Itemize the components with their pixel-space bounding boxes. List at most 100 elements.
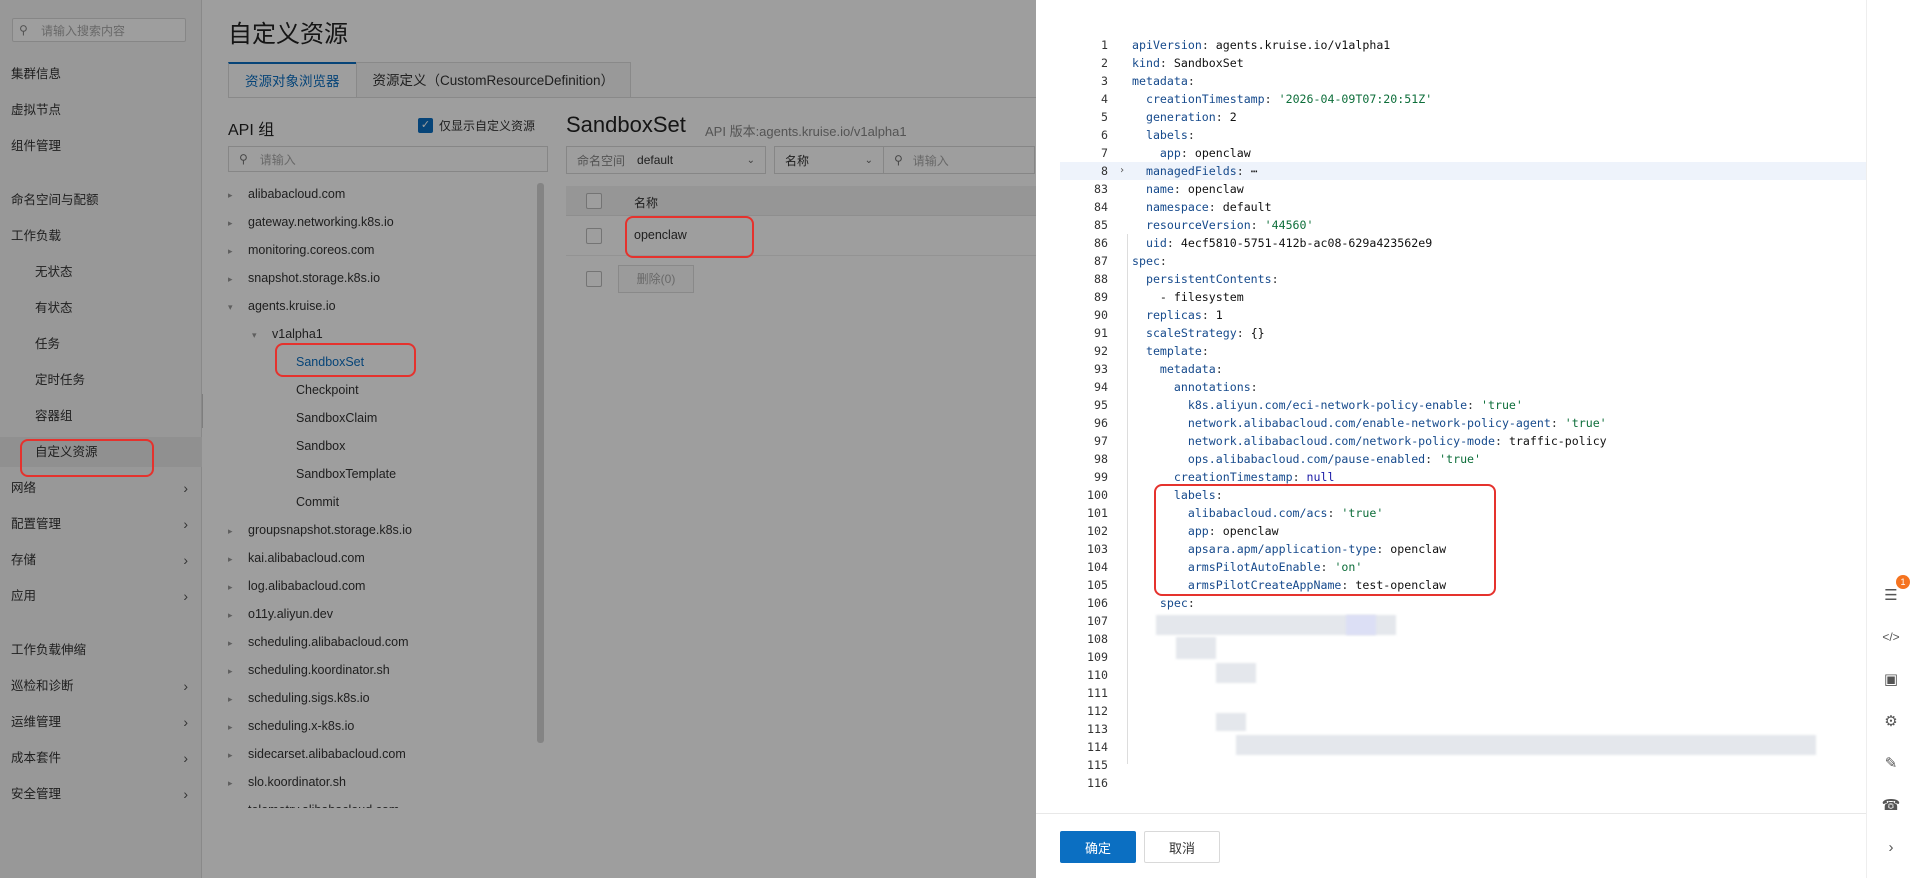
line-number: 98	[1094, 452, 1108, 466]
line-number: 91	[1094, 326, 1108, 340]
fold-gutter	[1112, 450, 1132, 468]
yaml-value: 1	[1215, 308, 1223, 322]
code-text: metadata:	[1159, 362, 1223, 376]
highlight-custom-resource	[20, 439, 154, 477]
code-line: 93 metadata:	[1060, 360, 1866, 378]
confirm-button[interactable]: 确定	[1060, 831, 1136, 863]
code-text: namespace: default	[1145, 200, 1272, 214]
fold-gutter	[1112, 630, 1132, 648]
code-line: 4 creationTimestamp: '2026-04-09T07:20:5…	[1060, 90, 1866, 108]
fold-toggle-icon[interactable]: ›	[1112, 162, 1132, 180]
code-line: 5 generation: 2	[1060, 108, 1866, 126]
fold-gutter	[1112, 576, 1132, 594]
code-text: resourceVersion: '44560'	[1145, 218, 1314, 232]
yaml-value: agents.kruise.io/v1alpha1	[1215, 38, 1391, 52]
yaml-key: apiVersion	[1132, 38, 1202, 52]
yaml-key: name	[1145, 182, 1174, 196]
fold-gutter	[1112, 540, 1132, 558]
code-icon[interactable]: </>	[1879, 625, 1903, 649]
yaml-value: '44560'	[1264, 218, 1314, 232]
code-line: 6 labels:	[1060, 126, 1866, 144]
line-number: 101	[1087, 506, 1108, 520]
line-number: 111	[1087, 686, 1108, 700]
line-number: 96	[1094, 416, 1108, 430]
line-number: 4	[1101, 92, 1108, 106]
fold-gutter	[1112, 36, 1132, 54]
notification-badge: 1	[1896, 575, 1910, 589]
highlight-openclaw	[625, 216, 754, 258]
headset-icon[interactable]: ☎	[1879, 793, 1903, 817]
code-line: 85 resourceVersion: '44560'	[1060, 216, 1866, 234]
cancel-button[interactable]: 取消	[1144, 831, 1220, 863]
terminal-icon[interactable]: ▣	[1879, 667, 1903, 691]
yaml-key: app	[1159, 146, 1181, 160]
modal-overlay[interactable]	[0, 0, 1036, 878]
fold-gutter	[1112, 342, 1132, 360]
fold-gutter	[1112, 72, 1132, 90]
yaml-value: SandboxSet	[1173, 56, 1244, 70]
yaml-value: null	[1306, 470, 1335, 484]
code-text: network.alibabacloud.com/enable-network-…	[1187, 416, 1607, 430]
line-number: 90	[1094, 308, 1108, 322]
code-text: name: openclaw	[1145, 182, 1244, 196]
code-line: 89 - filesystem	[1060, 288, 1866, 306]
highlight-sandboxset	[275, 343, 416, 377]
fold-gutter	[1112, 270, 1132, 288]
line-number: 5	[1101, 110, 1108, 124]
yaml-drawer: 1 apiVersion: agents.kruise.io/v1alpha1 2 k…	[1036, 0, 1866, 878]
line-number: 110	[1087, 668, 1108, 682]
code-text: labels:	[1145, 128, 1195, 142]
fold-gutter	[1112, 90, 1132, 108]
yaml-key: managedFields	[1145, 164, 1237, 178]
code-text: uid: 4ecf5810-5751-412b-ac08-629a423562e…	[1145, 236, 1433, 250]
line-number: 95	[1094, 398, 1108, 412]
document-list-icon[interactable]: ☰ 1	[1879, 575, 1910, 607]
line-number: 6	[1101, 128, 1108, 142]
fold-gutter	[1112, 54, 1132, 72]
line-number: 102	[1087, 524, 1108, 538]
fold-gutter	[1112, 648, 1132, 666]
yaml-value: 2	[1229, 110, 1237, 124]
fold-gutter	[1112, 702, 1132, 720]
fold-gutter	[1112, 396, 1132, 414]
code-text: creationTimestamp: '2026-04-09T07:20:51Z…	[1145, 92, 1433, 106]
line-number: 116	[1087, 776, 1108, 790]
code-line: 92 template:	[1060, 342, 1866, 360]
code-text: network.alibabacloud.com/network-policy-…	[1187, 434, 1607, 448]
fold-gutter	[1112, 468, 1132, 486]
line-number: 89	[1094, 290, 1108, 304]
yaml-key: kind	[1132, 56, 1160, 70]
code-text: template:	[1145, 344, 1209, 358]
gear-icon[interactable]: ⚙	[1879, 709, 1903, 733]
yaml-key: spec	[1132, 254, 1160, 268]
fold-gutter	[1112, 378, 1132, 396]
yaml-value: default	[1222, 200, 1272, 214]
yaml-key: creationTimestamp	[1145, 92, 1265, 106]
yaml-key: persistentContents	[1145, 272, 1272, 286]
fold-gutter	[1112, 324, 1132, 342]
fold-gutter	[1112, 612, 1132, 630]
fold-gutter	[1112, 774, 1132, 792]
yaml-key: creationTimestamp	[1173, 470, 1293, 484]
line-number: 104	[1087, 560, 1108, 574]
code-text: ops.alibabacloud.com/pause-enabled: 'tru…	[1187, 452, 1482, 466]
yaml-key: annotations	[1173, 380, 1251, 394]
fold-gutter	[1112, 486, 1132, 504]
code-line: 86 uid: 4ecf5810-5751-412b-ac08-629a4235…	[1060, 234, 1866, 252]
fold-gutter	[1112, 522, 1132, 540]
code-line: 88 persistentContents:	[1060, 270, 1866, 288]
code-line: 3 metadata:	[1060, 72, 1866, 90]
chevron-right-icon[interactable]: ›	[1879, 835, 1903, 859]
yaml-key: generation	[1145, 110, 1216, 124]
code-text: - filesystem	[1132, 288, 1244, 306]
edit-icon[interactable]: ✎	[1879, 751, 1903, 775]
line-number: 112	[1087, 704, 1108, 718]
code-line: 94 annotations:	[1060, 378, 1866, 396]
yaml-key: k8s.aliyun.com/eci-network-policy-enable	[1187, 398, 1468, 412]
code-text: k8s.aliyun.com/eci-network-policy-enable…	[1187, 398, 1523, 412]
highlight-labels-block	[1154, 484, 1496, 596]
code-text: persistentContents:	[1145, 272, 1279, 286]
line-number: 3	[1101, 74, 1108, 88]
line-number: 92	[1094, 344, 1108, 358]
yaml-value: traffic-policy	[1508, 434, 1607, 448]
